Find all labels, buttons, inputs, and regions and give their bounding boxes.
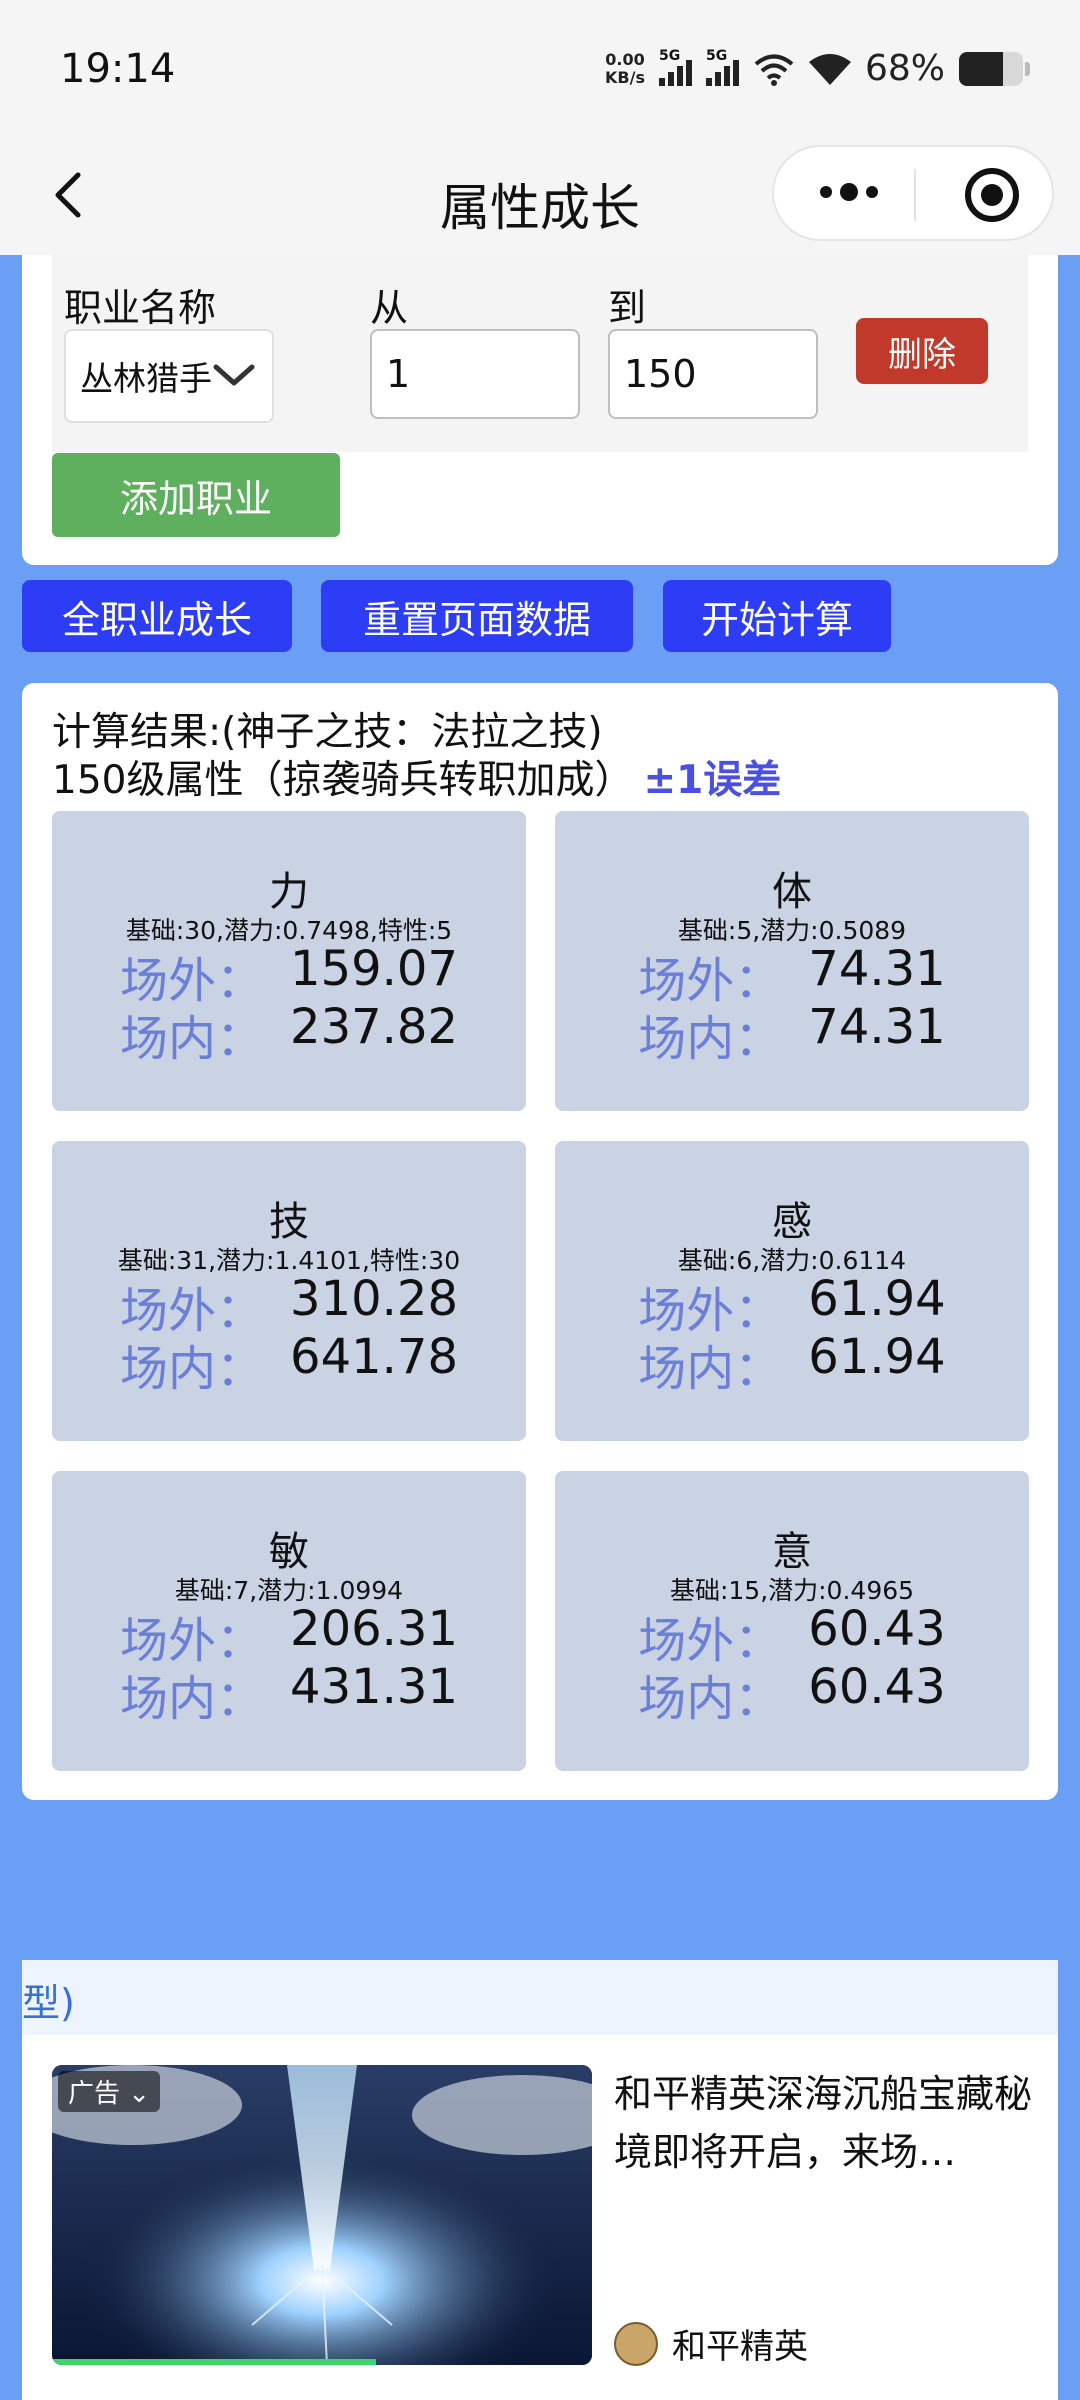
stat-inside: 场内： 60.43 [555,1659,1029,1729]
all-growth-button[interactable]: 全职业成长 [22,580,292,652]
inside-value: 431.31 [290,1659,458,1715]
ad-strip-text: 型) [22,1981,75,2025]
stat-card-agi: 敏 基础:7,潜力:1.0994 场外： 206.31 场内： 431.31 [52,1471,526,1771]
stat-name: 体 [772,869,812,915]
network-speed-value: 0.00 [605,49,645,69]
stat-name: 意 [772,1529,812,1575]
nav-bar: 属性成长 [0,140,1080,255]
inside-value: 60.43 [808,1659,946,1715]
signal-icon: 5G [705,48,739,86]
reset-button[interactable]: 重置页面数据 [321,580,633,652]
ad-strip: 型) [22,1960,1058,2035]
ad-video-progress [52,2359,376,2365]
inside-label: 场内： [638,1671,783,1727]
inside-value: 237.82 [290,999,458,1055]
avatar [614,2321,658,2366]
add-job-button[interactable]: 添加职业 [52,453,340,537]
ad-tag-label: 广告 [68,2079,121,2109]
ad-card[interactable]: 广告 ⌄ 和平精英深海沉船宝藏秘境即将开启，来场… 和平精英 [22,2035,1058,2400]
result-card: 计算结果:(神子之技：法拉之技) 150级属性（掠袭骑兵转职加成） ±1误差 力 … [22,683,1058,1800]
stat-card-tech: 技 基础:31,潜力:1.4101,特性:30 场外： 310.28 场内： 641… [52,1141,526,1441]
inside-label: 场内： [120,1341,265,1397]
inside-value: 641.78 [290,1329,458,1385]
stat-card-will: 意 基础:15,潜力:0.4965 场外： 60.43 场内： 60.43 [555,1471,1029,1771]
ad-source[interactable]: 和平精英 [614,2319,808,2368]
chevron-down-icon [213,364,255,386]
inside-value: 74.31 [808,999,946,1055]
job-name-label: 职业名称 [64,286,217,330]
inside-label: 场内： [120,1011,265,1067]
result-title: 计算结果:(神子之技：法拉之技) [52,710,603,755]
from-level-input[interactable]: 1 [370,329,580,419]
status-bar: 19:14 0.00 KB/s 5G 5G 68% [0,0,1080,140]
job-select-value: 丛林猎手 [80,359,212,398]
stat-inside: 场内： 641.78 [52,1329,526,1399]
stat-card-str: 力 基础:30,潜力:0.7498,特性:5 场外： 159.07 场内： 237.… [52,811,526,1111]
from-label: 从 [370,286,409,330]
ad-source-name: 和平精英 [672,2327,808,2367]
more-icon[interactable] [814,177,884,207]
network-speed-unit: KB/s [605,67,645,87]
calculate-button[interactable]: 开始计算 [663,580,891,652]
hotspot-icon [754,54,794,86]
stat-name: 敏 [269,1529,309,1575]
to-level-value: 150 [624,352,697,396]
inside-label: 场内： [638,1011,783,1067]
delete-job-button[interactable]: 删除 [856,318,988,384]
to-level-input[interactable]: 150 [608,329,818,419]
stat-name: 技 [269,1199,309,1245]
stat-inside: 场内： 237.82 [52,999,526,1069]
signal-icon: 5G [658,48,692,86]
stat-name: 感 [772,1199,812,1245]
result-subtitle-text: 150级属性（掠袭骑兵转职加成） [52,758,634,803]
inside-label: 场内： [120,1671,265,1727]
job-section: 职业名称 从 到 丛林猎手 1 150 删除 添加职业 [22,255,1058,565]
ad-headline[interactable]: 和平精英深海沉船宝藏秘境即将开启，来场… [614,2065,1034,2181]
ad-image[interactable]: 广告 ⌄ [52,2065,592,2365]
stat-inside: 场内： 74.31 [555,999,1029,1069]
sim1-label: 5G [658,47,681,64]
inside-value: 61.94 [808,1329,946,1385]
from-level-value: 1 [386,352,411,396]
stat-name: 力 [269,869,309,915]
to-label: 到 [608,286,647,330]
error-note: ±1误差 [643,758,782,803]
network-speed: 0.00 KB/s [605,49,645,87]
status-icons: 0.00 KB/s 5G 5G 68% [605,48,1030,89]
stat-card-sense: 感 基础:6,潜力:0.6114 场外： 61.94 场内： 61.94 [555,1141,1029,1441]
ad-tag[interactable]: 广告 ⌄ [58,2071,161,2112]
wifi-icon [808,53,851,85]
battery-icon [959,51,1023,86]
close-miniapp-icon[interactable] [962,165,1022,225]
sim2-label: 5G [705,47,728,64]
miniapp-capsule [772,145,1054,241]
job-row: 职业名称 从 到 丛林猎手 1 150 删除 [52,255,1028,452]
inside-label: 场内： [638,1341,783,1397]
battery-percent: 68% [864,48,945,89]
stat-card-vit: 体 基础:5,潜力:0.5089 场外： 74.31 场内： 74.31 [555,811,1029,1111]
job-select[interactable]: 丛林猎手 [64,329,274,423]
stat-inside: 场内： 61.94 [555,1329,1029,1399]
result-subtitle: 150级属性（掠袭骑兵转职加成） ±1误差 [52,757,781,805]
status-time: 19:14 [60,46,176,92]
stat-inside: 场内： 431.31 [52,1659,526,1729]
